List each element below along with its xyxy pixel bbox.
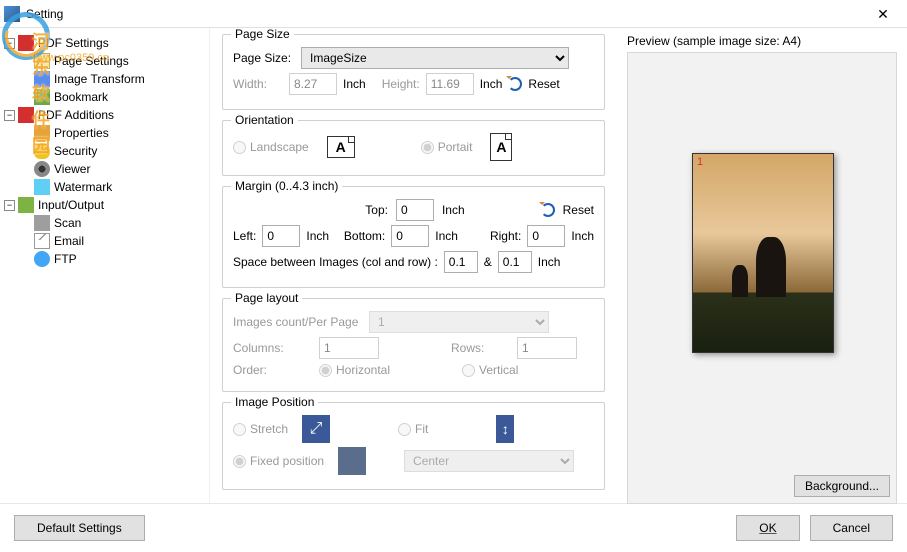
preview-label: Preview (sample image size: A4) bbox=[627, 34, 897, 48]
input-left[interactable] bbox=[262, 225, 300, 247]
tree-properties[interactable]: Properties bbox=[4, 124, 205, 142]
input-rows bbox=[517, 337, 577, 359]
legend-position: Image Position bbox=[231, 395, 318, 409]
fieldset-layout: Page layout Images count/Per Page 1 Colu… bbox=[222, 298, 605, 392]
radio-stretch bbox=[233, 423, 246, 436]
app-icon bbox=[4, 6, 20, 22]
label-left: Left: bbox=[233, 229, 256, 243]
label-cols: Columns: bbox=[233, 341, 313, 355]
fieldset-position: Image Position Stretch Fit Fixed positio… bbox=[222, 402, 605, 490]
select-count: 1 bbox=[369, 311, 549, 333]
content-panel: Page Size Page Size: ImageSize Width: In… bbox=[210, 28, 617, 503]
tree-scan[interactable]: Scan bbox=[4, 214, 205, 232]
preview-page-number: 1 bbox=[697, 156, 703, 168]
tree-email[interactable]: Email bbox=[4, 232, 205, 250]
input-space-row[interactable] bbox=[498, 251, 532, 273]
label-count: Images count/Per Page bbox=[233, 315, 363, 329]
fieldset-margin: Margin (0..4.3 inch) Top: Inch Reset Lef… bbox=[222, 186, 605, 288]
tree-watermark[interactable]: Watermark bbox=[4, 178, 205, 196]
label-space: Space between Images (col and row) : bbox=[233, 255, 438, 269]
label-rows: Rows: bbox=[451, 341, 511, 355]
radio-fixed bbox=[233, 455, 246, 468]
radio-fit bbox=[398, 423, 411, 436]
tree-pdf-settings[interactable]: −PDF Settings bbox=[4, 34, 205, 52]
close-button[interactable]: ✕ bbox=[863, 1, 903, 27]
stretch-icon bbox=[302, 415, 330, 443]
fieldset-page-size: Page Size Page Size: ImageSize Width: In… bbox=[222, 34, 605, 110]
radio-horizontal bbox=[319, 364, 332, 377]
margin-reset-icon[interactable] bbox=[541, 203, 555, 217]
ok-button[interactable]: OK bbox=[736, 515, 799, 541]
preview-panel: Preview (sample image size: A4) 1 Backgr… bbox=[617, 28, 907, 503]
label-page-size: Page Size: bbox=[233, 51, 295, 65]
radio-portrait bbox=[421, 141, 434, 154]
tree-pdf-additions[interactable]: −PDF Additions bbox=[4, 106, 205, 124]
input-cols bbox=[319, 337, 379, 359]
label-width: Width: bbox=[233, 77, 283, 91]
legend-margin: Margin (0..4.3 inch) bbox=[231, 179, 342, 193]
select-page-size[interactable]: ImageSize bbox=[301, 47, 569, 69]
titlebar: Setting ✕ bbox=[0, 0, 907, 28]
reset-icon[interactable] bbox=[508, 77, 522, 91]
radio-vertical bbox=[462, 364, 475, 377]
unit-height: Inch bbox=[480, 77, 503, 91]
fixed-icon bbox=[338, 447, 366, 475]
dialog-footer: Default Settings OK Cancel bbox=[0, 503, 907, 551]
default-settings-button[interactable]: Default Settings bbox=[14, 515, 145, 541]
margin-reset-label[interactable]: Reset bbox=[563, 203, 594, 217]
label-order: Order: bbox=[233, 363, 313, 377]
input-top[interactable] bbox=[396, 199, 434, 221]
preview-image: 1 bbox=[692, 153, 834, 353]
legend-layout: Page layout bbox=[231, 291, 302, 305]
fieldset-orientation: Orientation Landscape A Portait A bbox=[222, 120, 605, 176]
input-width bbox=[289, 73, 337, 95]
tree-page-settings[interactable]: Page Settings bbox=[4, 52, 205, 70]
input-right[interactable] bbox=[527, 225, 565, 247]
fit-icon bbox=[496, 415, 514, 443]
legend-orientation: Orientation bbox=[231, 113, 298, 127]
tree-security[interactable]: Security bbox=[4, 142, 205, 160]
portrait-icon: A bbox=[490, 133, 512, 161]
legend-page-size: Page Size bbox=[231, 28, 294, 41]
landscape-icon: A bbox=[327, 136, 355, 158]
cancel-button[interactable]: Cancel bbox=[810, 515, 893, 541]
preview-canvas: 1 Background... bbox=[627, 52, 897, 504]
background-button[interactable]: Background... bbox=[794, 475, 890, 497]
radio-landscape bbox=[233, 141, 246, 154]
tree-image-transform[interactable]: Image Transform bbox=[4, 70, 205, 88]
input-height bbox=[426, 73, 474, 95]
settings-tree: −PDF Settings Page Settings Image Transf… bbox=[0, 28, 210, 503]
select-align: Center bbox=[404, 450, 574, 472]
label-bottom: Bottom: bbox=[344, 229, 385, 243]
label-height: Height: bbox=[382, 77, 420, 91]
window-title: Setting bbox=[26, 7, 863, 21]
input-space-col[interactable] bbox=[444, 251, 478, 273]
tree-viewer[interactable]: Viewer bbox=[4, 160, 205, 178]
input-bottom[interactable] bbox=[391, 225, 429, 247]
tree-input-output[interactable]: −Input/Output bbox=[4, 196, 205, 214]
label-right: Right: bbox=[490, 229, 521, 243]
tree-ftp[interactable]: FTP bbox=[4, 250, 205, 268]
tree-bookmark[interactable]: Bookmark bbox=[4, 88, 205, 106]
unit-width: Inch bbox=[343, 77, 366, 91]
label-top: Top: bbox=[365, 203, 388, 217]
reset-label[interactable]: Reset bbox=[528, 77, 559, 91]
